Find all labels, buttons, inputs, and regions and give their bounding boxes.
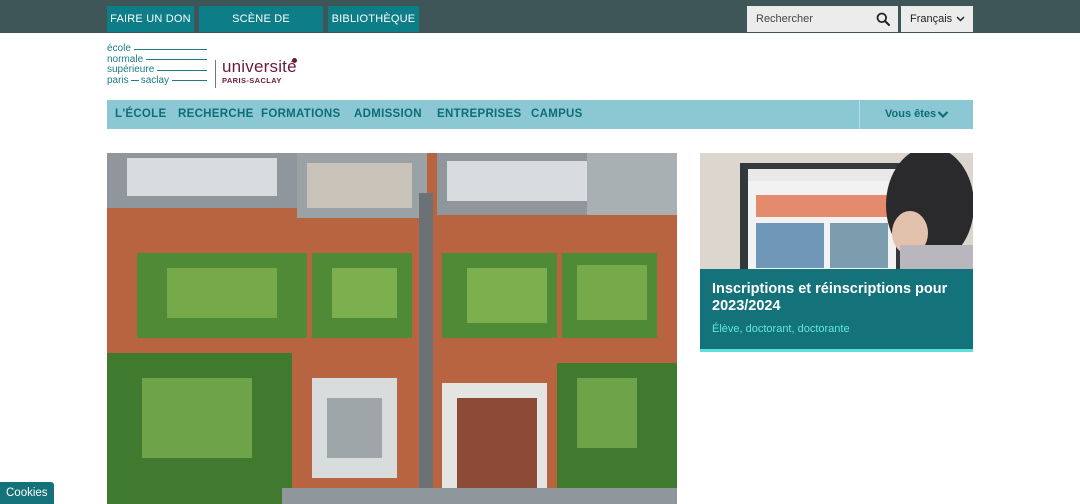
nav-item-entreprises[interactable]: ENTREPRISES <box>437 100 521 129</box>
card-panel: Inscriptions et réinscriptions pour 2023… <box>700 269 973 350</box>
person-screen-illustration <box>700 153 973 269</box>
language-label: Français <box>910 13 953 25</box>
library-button[interactable]: BIBLIOTHÈQUE <box>328 6 419 32</box>
language-select[interactable]: Français <box>901 6 973 32</box>
nav-item-ecole[interactable]: L'ÉCOLE <box>115 100 166 129</box>
main-navigation: L'ÉCOLE RECHERCHE FORMATIONS ADMISSION E… <box>107 100 973 129</box>
nav-item-formations[interactable]: FORMATIONS <box>261 100 340 129</box>
registration-card[interactable]: Inscriptions et réinscriptions pour 2023… <box>700 153 973 352</box>
cookies-button[interactable]: Cookies <box>0 482 54 504</box>
chevron-down-icon <box>956 16 965 22</box>
hero-campus-aerial-image[interactable] <box>107 153 677 504</box>
nav-item-recherche[interactable]: RECHERCHE <box>178 100 254 129</box>
search-icon[interactable] <box>876 12 890 26</box>
nav-divider <box>859 100 860 129</box>
ens-logo-line: supérieure <box>107 64 207 76</box>
nav-item-campus[interactable]: CAMPUS <box>531 100 583 129</box>
logo-separator <box>215 60 216 88</box>
top-utility-bar: FAIRE UN DON SCÈNE DE RECHERCHE BIBLIOTH… <box>0 0 1080 51</box>
research-scene-button[interactable]: SCÈNE DE RECHERCHE <box>199 6 323 51</box>
nav-item-admission[interactable]: ADMISSION <box>354 100 422 129</box>
university-name: université <box>222 57 297 76</box>
ens-logo-line: paris saclay <box>107 75 207 87</box>
campus-aerial-illustration <box>107 153 677 504</box>
donate-button[interactable]: FAIRE UN DON <box>107 6 194 32</box>
ens-logo-line: école <box>107 43 207 55</box>
logo-dot <box>292 58 297 63</box>
search-placeholder: Rechercher <box>756 13 813 25</box>
universite-paris-saclay-logo[interactable]: université PARIS-SACLAY <box>222 58 297 85</box>
card-accent-bar <box>700 349 973 352</box>
card-photo <box>700 153 973 269</box>
card-subtitle: Élève, doctorant, doctorante <box>712 323 850 335</box>
search-input[interactable]: Rechercher <box>747 6 898 32</box>
card-title[interactable]: Inscriptions et réinscriptions pour 2023… <box>712 281 967 315</box>
university-subname: PARIS-SACLAY <box>222 76 282 85</box>
ens-paris-saclay-logo[interactable]: école normale supérieure paris saclay <box>107 43 207 87</box>
chevron-down-icon[interactable] <box>937 110 949 119</box>
audience-dropdown[interactable]: Vous êtes <box>885 100 936 129</box>
